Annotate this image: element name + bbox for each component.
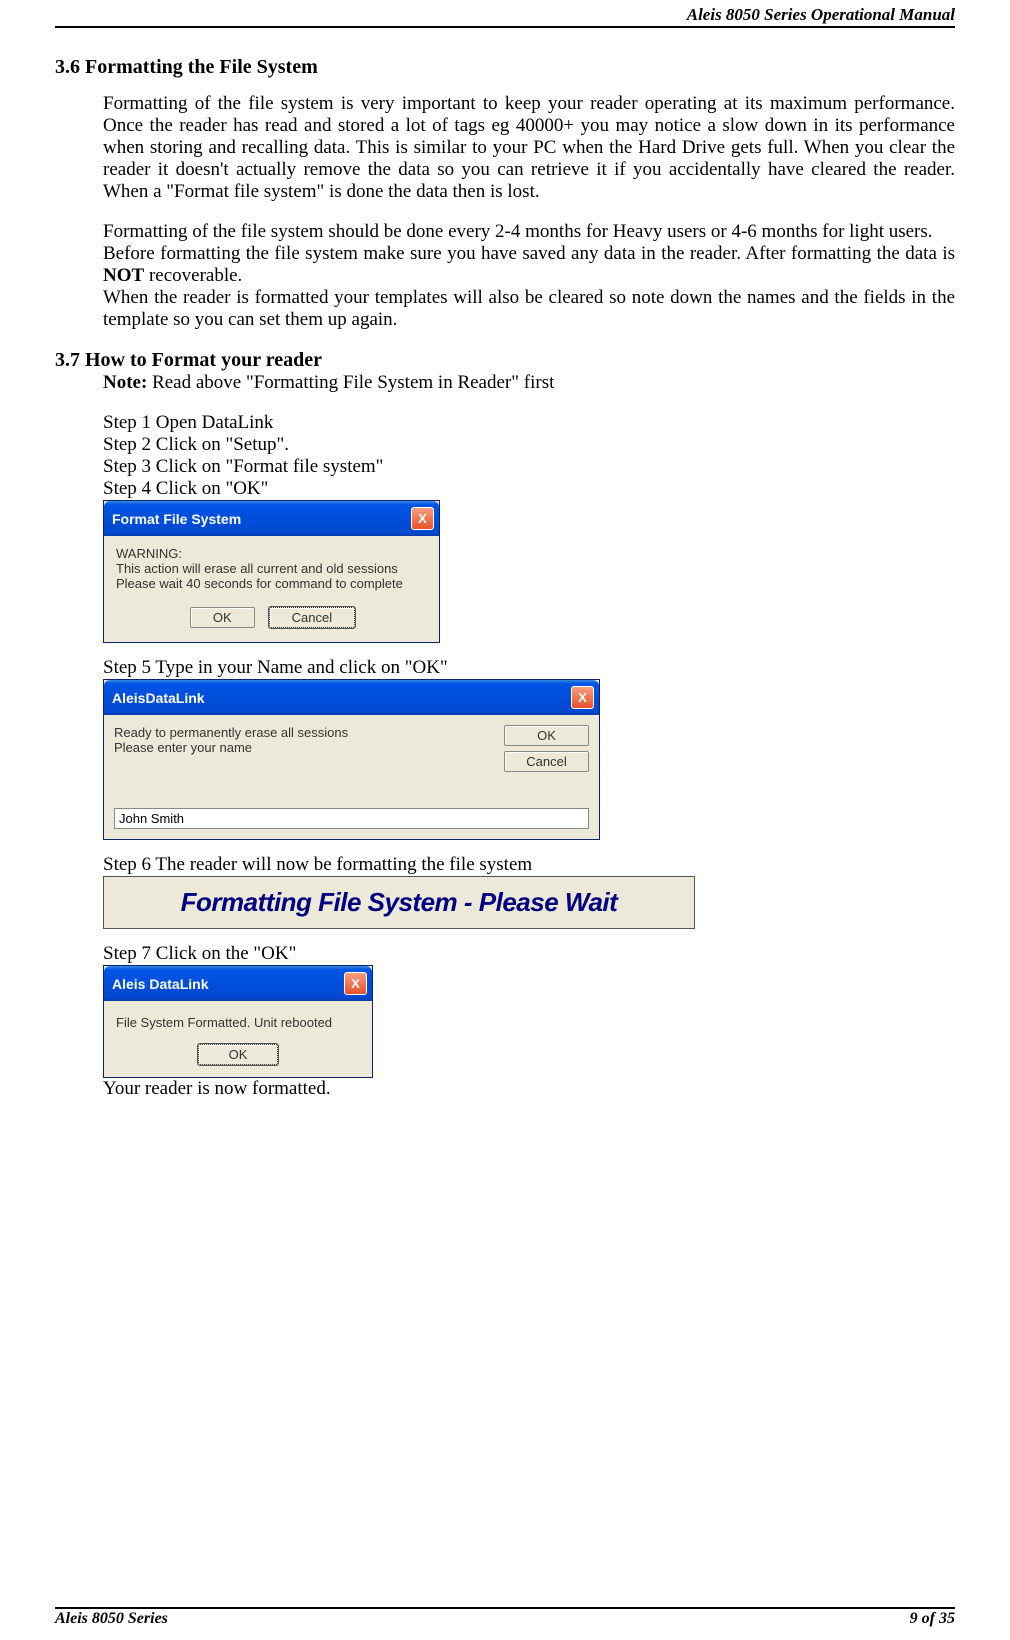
format-dialog: Format File System X WARNING: This actio…: [103, 500, 440, 643]
dialog-text: Ready to permanently erase all sessions: [114, 725, 348, 740]
note-line: Note: Read above "Formatting File System…: [103, 372, 955, 394]
page-footer: Aleis 8050 Series 9 of 35: [55, 1607, 955, 1628]
datalink-dialog: AleisDataLink X Ready to permanently era…: [103, 679, 600, 840]
close-icon[interactable]: X: [571, 686, 594, 709]
ok-button[interactable]: OK: [198, 1044, 279, 1065]
warning-text: This action will erase all current and o…: [116, 561, 429, 576]
step-6: Step 6 The reader will now be formatting…: [103, 854, 955, 876]
close-icon[interactable]: X: [411, 507, 434, 530]
paragraph: When the reader is formatted your templa…: [103, 287, 955, 331]
cancel-button[interactable]: Cancel: [504, 751, 589, 772]
section-3-7-heading: 3.7 How to Format your reader: [55, 349, 955, 372]
completed-dialog: Aleis DataLink X File System Formatted. …: [103, 965, 373, 1078]
warning-label: WARNING:: [116, 546, 429, 561]
formatting-banner: Formatting File System - Please Wait: [103, 876, 695, 929]
cancel-button[interactable]: Cancel: [269, 607, 355, 628]
step-5: Step 5 Type in your Name and click on "O…: [103, 657, 955, 679]
step-4: Step 4 Click on "OK": [103, 478, 955, 500]
ok-button[interactable]: OK: [504, 725, 589, 746]
step-2: Step 2 Click on "Setup".: [103, 434, 955, 456]
paragraph: Formatting of the file system is very im…: [103, 93, 955, 203]
close-icon[interactable]: X: [344, 972, 367, 995]
dialog-message: File System Formatted. Unit rebooted: [116, 1015, 360, 1030]
section-3-6-heading: 3.6 Formatting the File System: [55, 56, 955, 79]
section-title: How to Format your reader: [85, 349, 322, 371]
dialog-title: Aleis DataLink: [112, 976, 208, 992]
banner-text: Formatting File System - Please Wait: [114, 887, 684, 918]
footer-left: Aleis 8050 Series: [55, 1610, 168, 1628]
section-num: 3.7: [55, 349, 80, 371]
titlebar: Aleis DataLink X: [104, 966, 372, 1001]
step-3: Step 3 Click on "Format file system": [103, 456, 955, 478]
dialog-text: Please enter your name: [114, 740, 348, 755]
final-text: Your reader is now formatted.: [103, 1078, 955, 1100]
section-title: Formatting the File System: [85, 56, 318, 78]
ok-button[interactable]: OK: [190, 607, 255, 628]
warning-text: Please wait 40 seconds for command to co…: [116, 576, 429, 591]
paragraph: Before formatting the file system make s…: [103, 243, 955, 287]
section-num: 3.6: [55, 56, 80, 78]
page-header: Aleis 8050 Series Operational Manual: [55, 5, 955, 28]
step-7: Step 7 Click on the "OK": [103, 943, 955, 965]
paragraph: Formatting of the file system should be …: [103, 221, 955, 243]
titlebar: AleisDataLink X: [104, 680, 599, 715]
dialog-title: Format File System: [112, 511, 241, 527]
footer-right: 9 of 35: [910, 1610, 955, 1628]
titlebar: Format File System X: [104, 501, 439, 536]
dialog-title: AleisDataLink: [112, 690, 205, 706]
step-1: Step 1 Open DataLink: [103, 412, 955, 434]
name-input[interactable]: [114, 808, 589, 829]
